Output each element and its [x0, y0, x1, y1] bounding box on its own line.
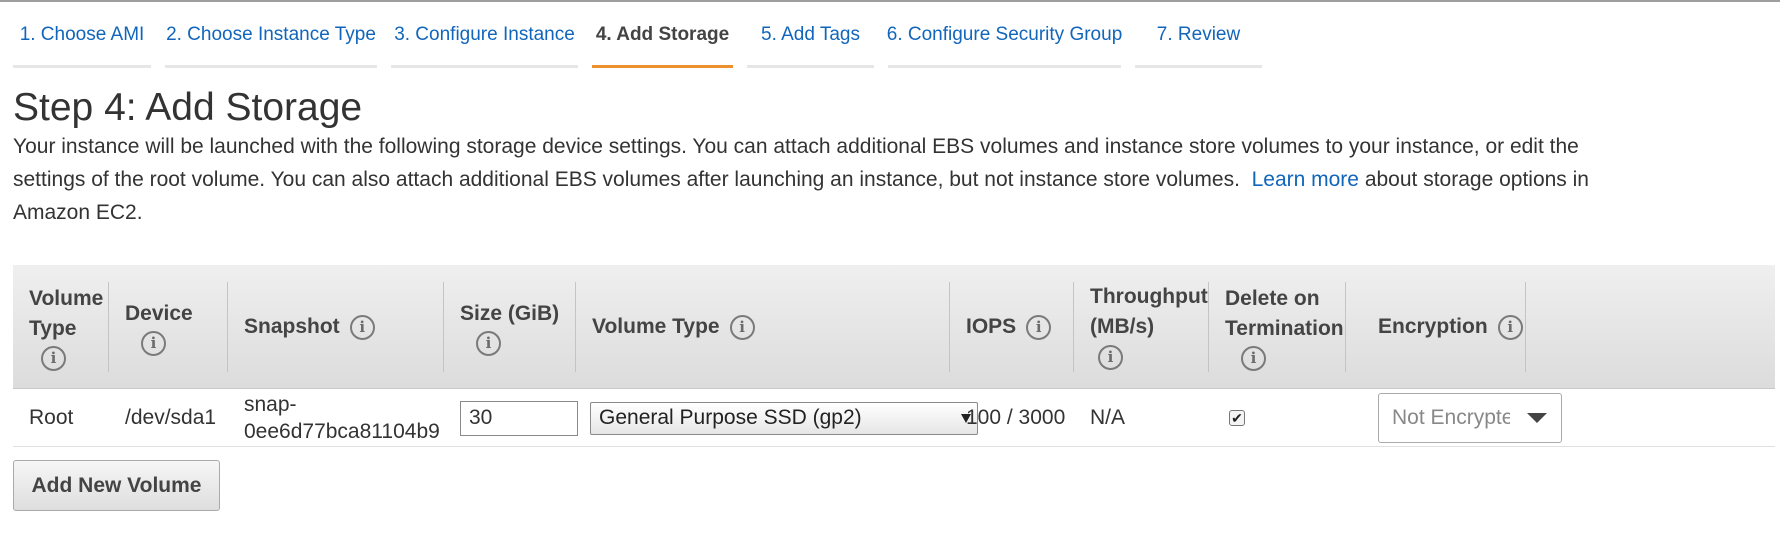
- wizard-steps: 1. Choose AMI 2. Choose Instance Type 3.…: [0, 2, 1780, 68]
- volume-type-select[interactable]: General Purpose SSD (gp2): [590, 401, 978, 435]
- col-size-label: Size (GiB): [460, 301, 560, 325]
- tab-choose-instance-type[interactable]: 2. Choose Instance Type: [165, 2, 377, 68]
- cell-device: /dev/sda1: [125, 406, 217, 429]
- cell-encryption: Not Encrypted: [1362, 389, 1562, 447]
- col-encryption: Encryption i: [1362, 265, 1526, 389]
- cell-delete-on-termination: ✔: [1209, 389, 1245, 447]
- encryption-select-value: Not Encrypted: [1392, 406, 1510, 429]
- col-volume-type-select: Volume Type i: [576, 265, 950, 389]
- volume-type-select-value: General Purpose SSD (gp2): [599, 406, 862, 429]
- col-size: Size (GiB) i: [444, 265, 576, 389]
- snapshot-info-icon[interactable]: i: [349, 314, 375, 340]
- col-volume-type-select-label: Volume Type: [592, 315, 720, 338]
- table-header: Volume Type i Device i Snapshot i Size (…: [13, 265, 1775, 389]
- cell-iops: 100 / 3000: [966, 406, 1066, 429]
- storage-table: Volume Type i Device i Snapshot i Size (…: [13, 265, 1775, 447]
- volume-type-select-info-icon[interactable]: i: [729, 314, 755, 340]
- learn-more-link[interactable]: Learn more: [1252, 168, 1359, 191]
- table-row: Root /dev/sda1 snap-0ee6d77bca81104b9 Ge…: [13, 389, 1775, 447]
- size-info-icon[interactable]: i: [476, 330, 501, 356]
- tab-review[interactable]: 7. Review: [1135, 2, 1262, 68]
- col-encryption-label: Encryption: [1378, 315, 1488, 338]
- page-description: Your instance will be launched with the …: [13, 130, 1633, 229]
- col-iops: IOPS i: [950, 265, 1074, 389]
- cell-snapshot: snap-0ee6d77bca81104b9: [244, 393, 440, 443]
- encryption-select[interactable]: Not Encrypted: [1378, 393, 1562, 443]
- col-volume-type: Volume Type i: [13, 265, 109, 389]
- throughput-info-icon[interactable]: i: [1098, 344, 1123, 370]
- col-volume-type-label: Volume Type: [29, 286, 104, 340]
- col-device: Device i: [109, 265, 228, 389]
- col-throughput: Throughput (MB/s) i: [1074, 265, 1209, 389]
- page-title: Step 4: Add Storage: [13, 86, 363, 129]
- device-info-icon[interactable]: i: [141, 330, 166, 356]
- volume-type-info-icon[interactable]: i: [41, 345, 66, 371]
- tab-choose-ami[interactable]: 1. Choose AMI: [13, 2, 151, 68]
- tab-add-tags[interactable]: 5. Add Tags: [747, 2, 874, 68]
- col-snapshot: Snapshot i: [228, 265, 444, 389]
- encryption-info-icon[interactable]: i: [1497, 314, 1523, 340]
- col-iops-label: IOPS: [966, 315, 1017, 338]
- col-delete-on-termination-label: Delete on Termination: [1225, 286, 1344, 340]
- tab-configure-security-group[interactable]: 6. Configure Security Group: [887, 2, 1122, 68]
- col-delete-on-termination: Delete on Termination i: [1209, 265, 1346, 389]
- col-throughput-label: Throughput (MB/s): [1090, 285, 1208, 338]
- tab-add-storage[interactable]: 4. Add Storage: [592, 2, 733, 68]
- chevron-down-icon: [1527, 413, 1547, 423]
- delete-on-termination-info-icon[interactable]: i: [1241, 345, 1266, 371]
- size-input[interactable]: [460, 400, 578, 436]
- delete-on-termination-checkbox[interactable]: ✔: [1229, 410, 1245, 426]
- add-new-volume-button[interactable]: Add New Volume: [13, 460, 220, 511]
- tab-configure-instance[interactable]: 3. Configure Instance: [391, 2, 578, 68]
- col-device-label: Device: [125, 301, 193, 325]
- iops-info-icon[interactable]: i: [1026, 314, 1052, 340]
- cell-throughput: N/A: [1090, 406, 1126, 429]
- checkmark-icon: ✔: [1231, 410, 1243, 426]
- col-snapshot-label: Snapshot: [244, 315, 340, 338]
- cell-volume-type-select: General Purpose SSD (gp2): [576, 389, 978, 447]
- cell-volume-type: Root: [29, 406, 74, 429]
- cell-size: [444, 389, 578, 447]
